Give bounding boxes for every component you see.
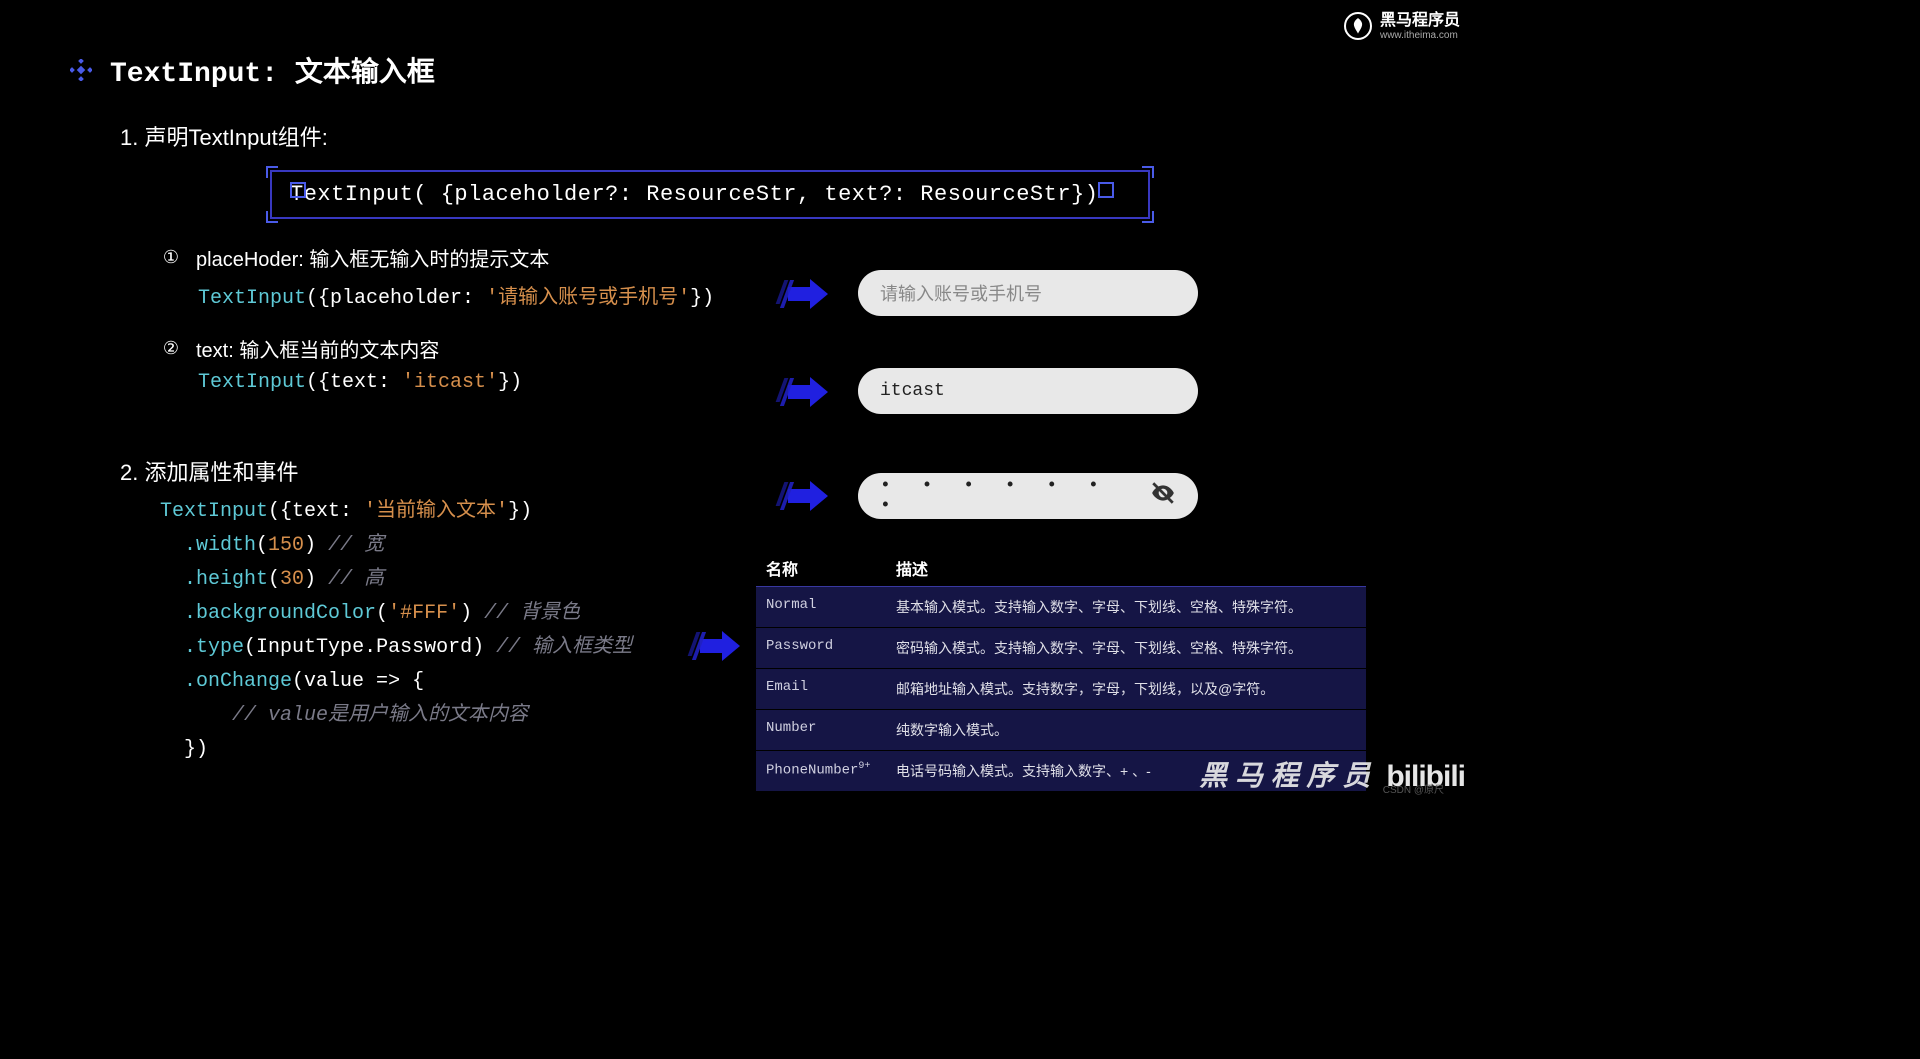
eye-off-icon[interactable] [1150, 480, 1176, 512]
preview-text-input[interactable]: itcast [858, 368, 1198, 414]
watermark-brand: 黑 马 程 序 员 [1199, 754, 1370, 794]
brand-logo-icon [1344, 12, 1372, 40]
item-label-1: placeHoder: 输入框无输入时的提示文本 [196, 243, 549, 272]
item-num-2: ② [160, 338, 182, 360]
item-code-2: TextInput({text: 'itcast'}) [198, 371, 522, 394]
item-code-1: TextInput({placeholder: '请输入账号或手机号'}) [198, 280, 714, 310]
slide-header: TextInput: 文本输入框 [70, 50, 435, 90]
brand-url: www.itheima.com [1380, 30, 1460, 41]
section-2-heading: 2. 添加属性和事件 [120, 455, 298, 487]
slide-title: TextInput: 文本输入框 [110, 50, 435, 90]
table-row: Number纯数字输入模式。 [756, 710, 1366, 751]
section-1: 1. 声明TextInput组件: [120, 120, 680, 172]
item-text: ② text: 输入框当前的文本内容 TextInput({text: 'itc… [160, 334, 522, 394]
brand-logo: 黑马程序员 www.itheima.com [1344, 12, 1460, 41]
type-desc: 基本输入模式。支持输入数字、字母、下划线、空格、特殊字符。 [896, 597, 1356, 617]
table-row: Normal基本输入模式。支持输入数字、字母、下划线、空格、特殊字符。 [756, 587, 1366, 628]
csdn-watermark: CSDN @原尺 [1383, 781, 1444, 796]
type-name: Number [766, 720, 896, 740]
arrow-icon [700, 632, 740, 660]
table-row: Password密码输入模式。支持输入数字、字母、下划线、空格、特殊字符。 [756, 628, 1366, 669]
type-name: Normal [766, 597, 896, 617]
type-name: Password [766, 638, 896, 658]
arrow-icon [788, 378, 828, 406]
preview-password-input[interactable]: • • • • • • • [858, 473, 1198, 519]
type-name: Email [766, 679, 896, 699]
table-header: 名称 描述 [756, 550, 1366, 587]
item-num-1: ① [160, 247, 182, 269]
table-row: Email邮箱地址输入模式。支持数字，字母，下划线，以及@字符。 [756, 669, 1366, 710]
type-desc: 密码输入模式。支持输入数字、字母、下划线、空格、特殊字符。 [896, 638, 1356, 658]
code-block: TextInput({text: '当前输入文本'}) .width(150) … [160, 495, 632, 767]
arrow-icon [788, 482, 828, 510]
type-desc: 邮箱地址输入模式。支持数字，字母，下划线，以及@字符。 [896, 679, 1356, 699]
arrow-icon [788, 280, 828, 308]
type-name: PhoneNumber9+ [766, 761, 896, 781]
preview-placeholder-input[interactable]: 请输入账号或手机号 [858, 270, 1198, 316]
type-desc: 纯数字输入模式。 [896, 720, 1356, 740]
signature-text: TextInput( {placeholder?: ResourceStr, t… [290, 182, 1098, 207]
section-1-heading: 1. 声明TextInput组件: [120, 120, 680, 152]
item-label-2: text: 输入框当前的文本内容 [196, 334, 439, 363]
item-placeholder: ① placeHoder: 输入框无输入时的提示文本 TextInput({pl… [160, 243, 714, 310]
diamond-bullet-icon [70, 59, 92, 81]
brand-name: 黑马程序员 [1380, 12, 1460, 30]
signature-box: TextInput( {placeholder?: ResourceStr, t… [270, 170, 1150, 219]
password-dots: • • • • • • • [880, 476, 1150, 516]
